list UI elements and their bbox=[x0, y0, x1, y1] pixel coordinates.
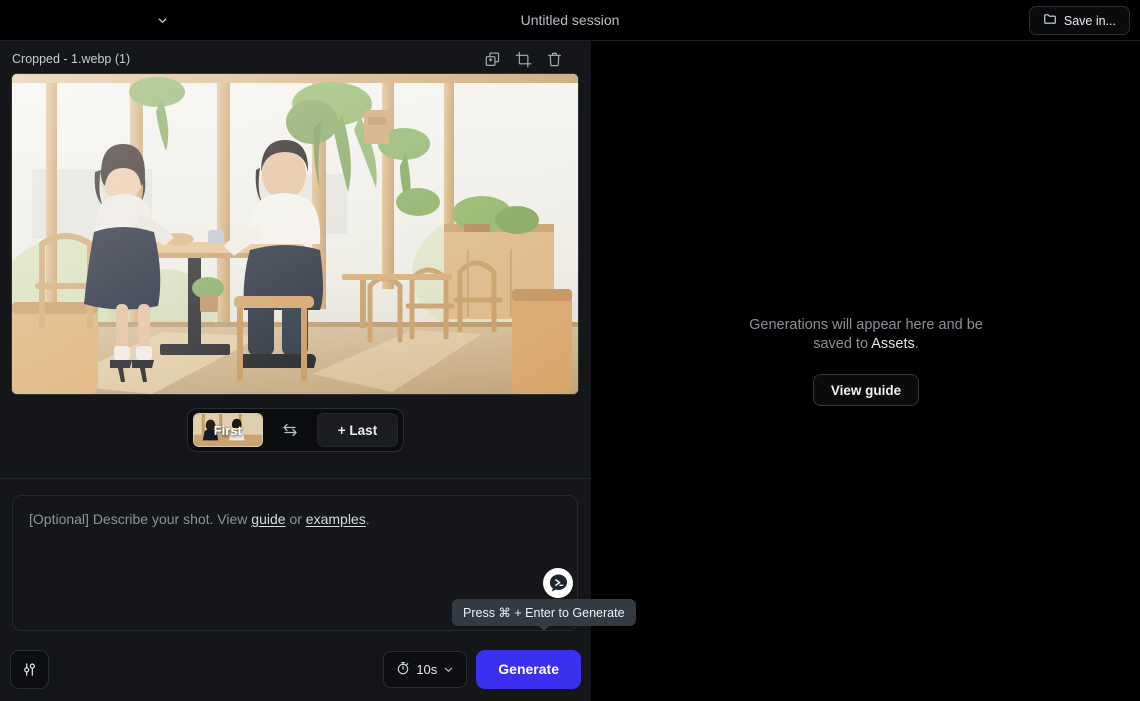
sliders-icon[interactable] bbox=[10, 650, 49, 689]
image-stage bbox=[0, 74, 591, 394]
reference-image[interactable] bbox=[12, 74, 578, 394]
prompt-placeholder: [Optional] Describe your shot. View guid… bbox=[29, 510, 561, 530]
chevron-down-icon bbox=[443, 664, 454, 675]
examples-link[interactable]: examples bbox=[306, 511, 366, 527]
add-last-frame-button[interactable]: + Last bbox=[317, 413, 398, 447]
cafe-scene-illustration bbox=[12, 74, 578, 394]
duplicate-icon[interactable] bbox=[484, 51, 501, 68]
main-body: Cropped - 1.webp (1) bbox=[0, 41, 1140, 701]
add-last-frame-label: + Last bbox=[338, 423, 377, 438]
frame-selector-group: First + Last bbox=[187, 408, 404, 452]
empty-text-prefix: Generations will appear here and be save… bbox=[749, 317, 983, 352]
model-name-label: Gen-3 Alpha Turbo bbox=[16, 11, 150, 29]
asset-actions bbox=[484, 51, 563, 68]
prompt-placeholder-suffix: . bbox=[366, 511, 370, 527]
folder-icon bbox=[1043, 12, 1057, 29]
first-frame-chip[interactable]: First bbox=[193, 413, 263, 447]
assets-link[interactable]: Assets bbox=[871, 336, 915, 352]
guide-link[interactable]: guide bbox=[251, 511, 285, 527]
stopwatch-icon bbox=[396, 661, 410, 678]
app-root: Gen-3 Alpha Turbo Untitled session Save … bbox=[0, 0, 1140, 701]
frame-selector-row: First + Last bbox=[0, 408, 591, 452]
save-in-button[interactable]: Save in... bbox=[1029, 6, 1130, 35]
swap-arrows-icon[interactable] bbox=[263, 413, 317, 447]
prompt-zone: [Optional] Describe your shot. View guid… bbox=[0, 479, 591, 631]
top-bar: Gen-3 Alpha Turbo Untitled session Save … bbox=[0, 0, 1140, 41]
first-frame-label: First bbox=[214, 423, 242, 438]
asset-header-row: Cropped - 1.webp (1) bbox=[0, 44, 591, 74]
prompt-placeholder-prefix: [Optional] Describe your shot. View bbox=[29, 511, 251, 527]
crop-icon[interactable] bbox=[515, 51, 532, 68]
empty-state-text: Generations will appear here and be save… bbox=[746, 316, 986, 354]
bottom-toolbar: 10s Generate bbox=[0, 637, 591, 701]
chevron-down-icon bbox=[157, 15, 168, 26]
generate-button[interactable]: Generate bbox=[476, 650, 581, 689]
empty-state: Generations will appear here and be save… bbox=[746, 316, 986, 406]
empty-text-suffix: . bbox=[915, 336, 919, 352]
view-guide-button[interactable]: View guide bbox=[813, 374, 919, 406]
trash-icon[interactable] bbox=[546, 51, 563, 68]
duration-selector[interactable]: 10s bbox=[383, 651, 467, 688]
save-in-label: Save in... bbox=[1064, 14, 1116, 28]
prompt-chat-icon[interactable] bbox=[543, 568, 573, 598]
right-panel: Generations will appear here and be save… bbox=[592, 41, 1140, 701]
duration-value-label: 10s bbox=[416, 662, 437, 677]
model-selector[interactable]: Gen-3 Alpha Turbo bbox=[12, 8, 172, 32]
left-panel: Cropped - 1.webp (1) bbox=[0, 41, 592, 701]
generate-shortcut-tooltip: Press ⌘ + Enter to Generate bbox=[452, 599, 636, 626]
prompt-placeholder-middle: or bbox=[286, 511, 306, 527]
asset-filename-label: Cropped - 1.webp (1) bbox=[12, 52, 484, 66]
